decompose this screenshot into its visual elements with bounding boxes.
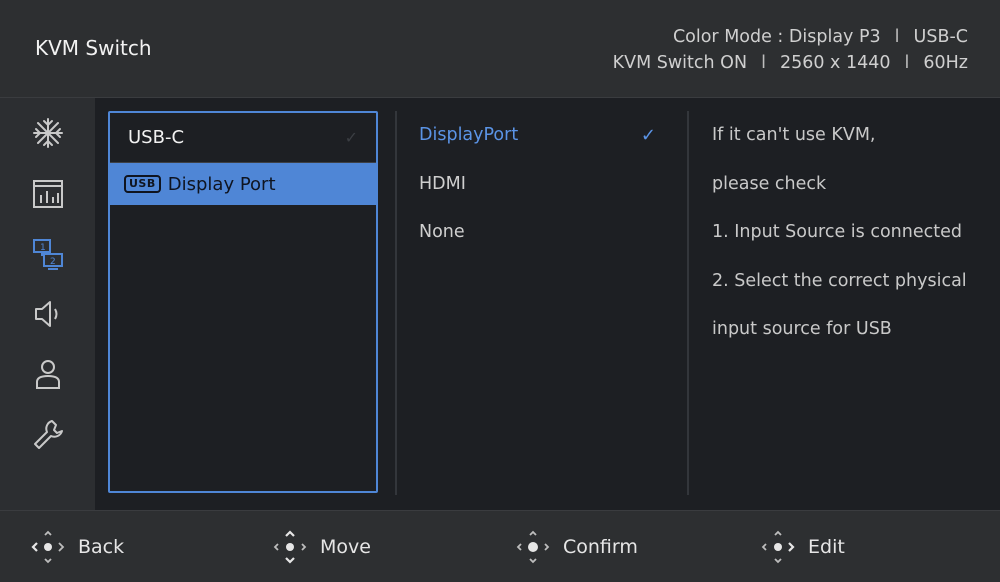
page-title: KVM Switch bbox=[35, 36, 152, 60]
sidebar: 1 2 bbox=[0, 98, 95, 510]
joystick-right-icon bbox=[761, 530, 795, 563]
check-icon: ✓ bbox=[640, 124, 656, 146]
source-options: DisplayPort ✓ HDMI None bbox=[398, 111, 668, 257]
separator: l bbox=[894, 27, 900, 47]
option-label: DisplayPort bbox=[419, 125, 519, 146]
display-switch-icon[interactable]: 1 2 bbox=[28, 234, 68, 274]
help-line: 1. Input Source is connected bbox=[712, 222, 962, 243]
edit-button[interactable]: Edit bbox=[760, 511, 845, 582]
svg-text:2: 2 bbox=[50, 257, 56, 267]
wrench-icon[interactable] bbox=[28, 415, 68, 455]
move-label: Move bbox=[320, 535, 371, 558]
snowflake-icon[interactable] bbox=[28, 113, 68, 153]
edit-label: Edit bbox=[808, 535, 845, 558]
status-info: Color Mode : Display P3 l USB-C KVM Switch… bbox=[613, 24, 968, 76]
option-none[interactable]: None bbox=[398, 208, 668, 257]
help-text: If it can't use KVM, please check 1. Inp… bbox=[712, 111, 992, 354]
move-button[interactable]: Move bbox=[272, 511, 371, 582]
footer-bar: Back Move Confirm Edit bbox=[0, 510, 1000, 582]
joystick-updown-icon bbox=[273, 529, 307, 564]
status-line-1: Color Mode : Display P3 l USB-C bbox=[613, 24, 968, 50]
joystick-press-icon bbox=[516, 530, 550, 563]
back-button[interactable]: Back bbox=[30, 511, 124, 582]
svg-text:1: 1 bbox=[40, 243, 46, 253]
help-line: please check bbox=[712, 173, 827, 194]
usb-c-item[interactable]: USB-C ✓ bbox=[110, 113, 376, 163]
input-source-text: USB-C bbox=[913, 27, 968, 47]
option-label: HDMI bbox=[419, 173, 466, 194]
resolution-text: 2560 x 1440 bbox=[779, 53, 891, 73]
header-bar: KVM Switch Color Mode : Display P3 l USB-C… bbox=[0, 0, 1000, 98]
color-mode-text: Color Mode : Display P3 bbox=[672, 27, 881, 47]
usb-c-label: USB-C bbox=[128, 127, 185, 148]
joystick-left-icon bbox=[31, 530, 65, 563]
column-divider bbox=[395, 111, 397, 495]
usb-icon: USB bbox=[124, 175, 161, 193]
confirm-button[interactable]: Confirm bbox=[515, 511, 638, 582]
kvm-state-text: KVM Switch ON bbox=[612, 53, 748, 73]
check-icon: ✓ bbox=[344, 128, 358, 147]
main-panel: USB-C ✓ USB Display Port DisplayPort ✓ H… bbox=[95, 98, 1000, 510]
user-icon[interactable] bbox=[28, 354, 68, 394]
chart-icon[interactable] bbox=[28, 173, 68, 213]
option-displayport[interactable]: DisplayPort ✓ bbox=[398, 111, 668, 160]
refresh-rate-text: 60Hz bbox=[923, 53, 968, 73]
back-label: Back bbox=[78, 535, 125, 558]
kvm-source-list: USB-C ✓ USB Display Port bbox=[108, 111, 378, 493]
help-line: input source for USB bbox=[712, 319, 892, 340]
help-line: If it can't use KVM, bbox=[712, 125, 876, 146]
display-port-item[interactable]: USB Display Port bbox=[110, 163, 376, 205]
option-label: None bbox=[419, 222, 465, 243]
column-divider bbox=[687, 111, 689, 495]
separator: l bbox=[761, 53, 766, 73]
help-line: 2. Select the correct physical bbox=[712, 270, 967, 291]
display-port-label: Display Port bbox=[167, 173, 276, 195]
option-hdmi[interactable]: HDMI bbox=[398, 160, 668, 209]
confirm-label: Confirm bbox=[563, 535, 638, 558]
status-line-2: KVM Switch ON l 2560 x 1440 l 60Hz bbox=[613, 50, 968, 76]
speaker-icon[interactable] bbox=[28, 294, 68, 334]
separator: l bbox=[904, 53, 910, 73]
